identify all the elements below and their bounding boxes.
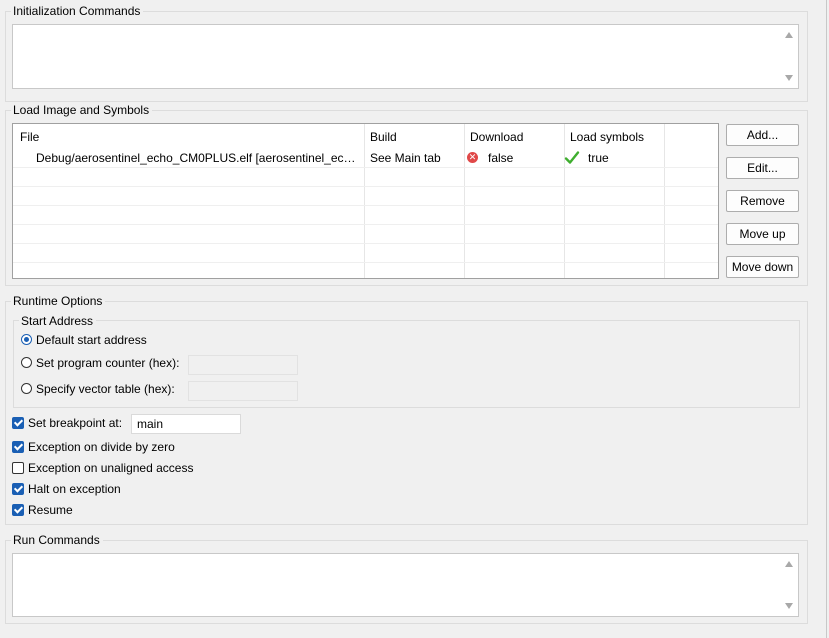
run-commands-textarea[interactable]: [12, 553, 799, 617]
checkbox-unchecked[interactable]: [12, 462, 24, 474]
runtime-options-title: Runtime Options: [11, 294, 106, 308]
run-commands-scrollbar[interactable]: [781, 554, 798, 616]
vector-table-input[interactable]: [188, 381, 298, 401]
column-header-load-symbols[interactable]: Load symbols: [570, 128, 662, 146]
table-row[interactable]: Debug/aerosentinel_echo_CM0PLUS.elf [aer…: [13, 149, 718, 167]
radio-button-selected[interactable]: [21, 334, 32, 345]
move-down-button[interactable]: Move down: [726, 256, 799, 278]
breakpoint-input[interactable]: main: [131, 414, 241, 434]
set-breakpoint-checkbox-row[interactable]: Set breakpoint at:: [12, 414, 132, 432]
radio-set-program-counter[interactable]: Set program counter (hex):: [21, 354, 191, 372]
checkbox-checked[interactable]: [12, 483, 24, 495]
column-header-build[interactable]: Build: [370, 128, 460, 146]
checkbox-checked[interactable]: [12, 441, 24, 453]
checkmark-icon: [564, 151, 580, 164]
column-header-file[interactable]: File: [20, 128, 360, 146]
load-symbols-cell: true: [588, 151, 609, 165]
load-image-table[interactable]: File Build Download Load symbols Debug/a…: [12, 123, 719, 279]
start-address-title: Start Address: [19, 314, 97, 328]
radio-specify-vector-table[interactable]: Specify vector table (hex):: [21, 380, 191, 398]
checkbox-checked[interactable]: [12, 504, 24, 516]
divide-by-zero-checkbox-row[interactable]: Exception on divide by zero: [12, 438, 212, 456]
error-x-icon: ✕: [467, 152, 478, 163]
edit-button[interactable]: Edit...: [726, 157, 799, 179]
radio-button[interactable]: [21, 357, 32, 368]
move-up-button[interactable]: Move up: [726, 223, 799, 245]
init-commands-scrollbar[interactable]: [781, 25, 798, 88]
build-cell: See Main tab: [370, 151, 441, 165]
column-header-download[interactable]: Download: [470, 128, 560, 146]
run-commands-title: Run Commands: [11, 533, 103, 547]
unaligned-access-checkbox-row[interactable]: Exception on unaligned access: [12, 459, 212, 477]
scroll-down-arrow-icon[interactable]: [785, 75, 793, 81]
radio-default-start-address[interactable]: Default start address: [21, 331, 221, 349]
resume-checkbox-row[interactable]: Resume: [12, 501, 212, 519]
program-counter-input[interactable]: [188, 355, 298, 375]
scroll-up-arrow-icon[interactable]: [785, 32, 793, 38]
init-commands-textarea[interactable]: [12, 24, 799, 89]
radio-button[interactable]: [21, 383, 32, 394]
file-cell: Debug/aerosentinel_echo_CM0PLUS.elf [aer…: [36, 151, 362, 165]
download-cell: false: [488, 151, 514, 165]
window-edge: [826, 0, 827, 638]
debug-startup-settings: Initialization Commands Load Image and S…: [0, 0, 829, 638]
scroll-down-arrow-icon[interactable]: [785, 603, 793, 609]
load-image-title: Load Image and Symbols: [11, 103, 153, 117]
scroll-up-arrow-icon[interactable]: [785, 561, 793, 567]
add-button[interactable]: Add...: [726, 124, 799, 146]
remove-button[interactable]: Remove: [726, 190, 799, 212]
checkbox-checked[interactable]: [12, 417, 24, 429]
init-commands-title: Initialization Commands: [11, 4, 144, 18]
halt-on-exception-checkbox-row[interactable]: Halt on exception: [12, 480, 212, 498]
